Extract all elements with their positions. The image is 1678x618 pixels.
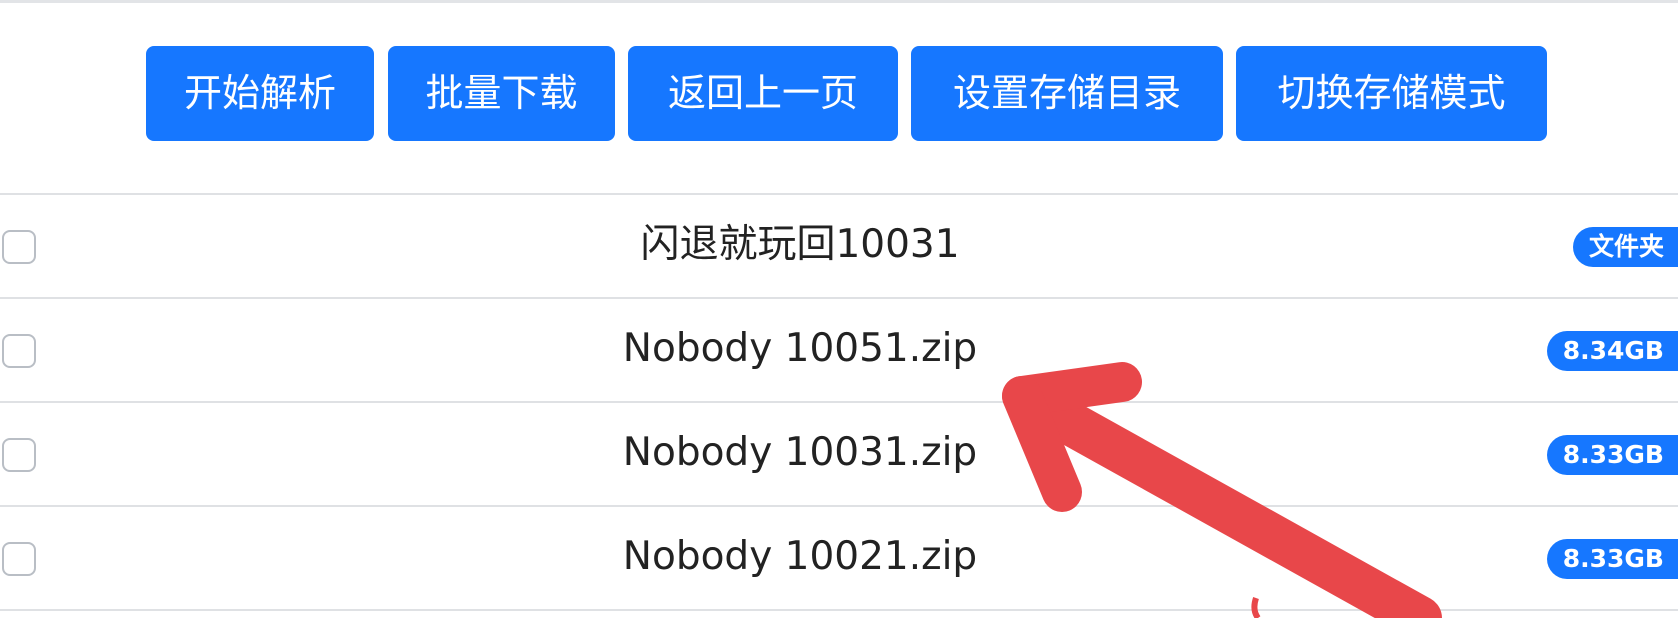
list-item[interactable]: 闪退就玩回10031 文件夹 [0, 193, 1678, 297]
back-button[interactable]: 返回上一页 [628, 46, 898, 141]
item-name[interactable]: Nobody 10051.zip [0, 299, 1600, 399]
switch-storage-mode-button[interactable]: 切换存储模式 [1236, 46, 1547, 141]
size-badge: 8.33GB [1546, 435, 1678, 475]
item-name[interactable]: 闪退就玩回10031 [0, 195, 1600, 295]
list-item[interactable]: Nobody 10021.zip 8.33GB [0, 505, 1678, 609]
item-name[interactable]: Nobody 10031.zip [0, 403, 1600, 503]
set-storage-dir-button[interactable]: 设置存储目录 [911, 46, 1223, 141]
folder-badge: 文件夹 [1572, 227, 1678, 267]
list-divider [0, 609, 1678, 618]
list-item[interactable]: Nobody 10031.zip 8.33GB [0, 401, 1678, 505]
file-browser-page: 开始解析 批量下载 返回上一页 设置存储目录 切换存储模式 闪退就玩回10031… [0, 0, 1678, 618]
list-item[interactable]: Nobody 10051.zip 8.34GB [0, 297, 1678, 401]
start-parse-button[interactable]: 开始解析 [146, 46, 374, 141]
action-toolbar: 开始解析 批量下载 返回上一页 设置存储目录 切换存储模式 [0, 0, 1678, 195]
item-name[interactable]: Nobody 10021.zip [0, 507, 1600, 607]
size-badge: 8.34GB [1546, 331, 1678, 371]
file-list: 闪退就玩回10031 文件夹 Nobody 10051.zip 8.34GB N… [0, 193, 1678, 618]
size-badge: 8.33GB [1546, 539, 1678, 579]
batch-download-button[interactable]: 批量下载 [388, 46, 615, 141]
